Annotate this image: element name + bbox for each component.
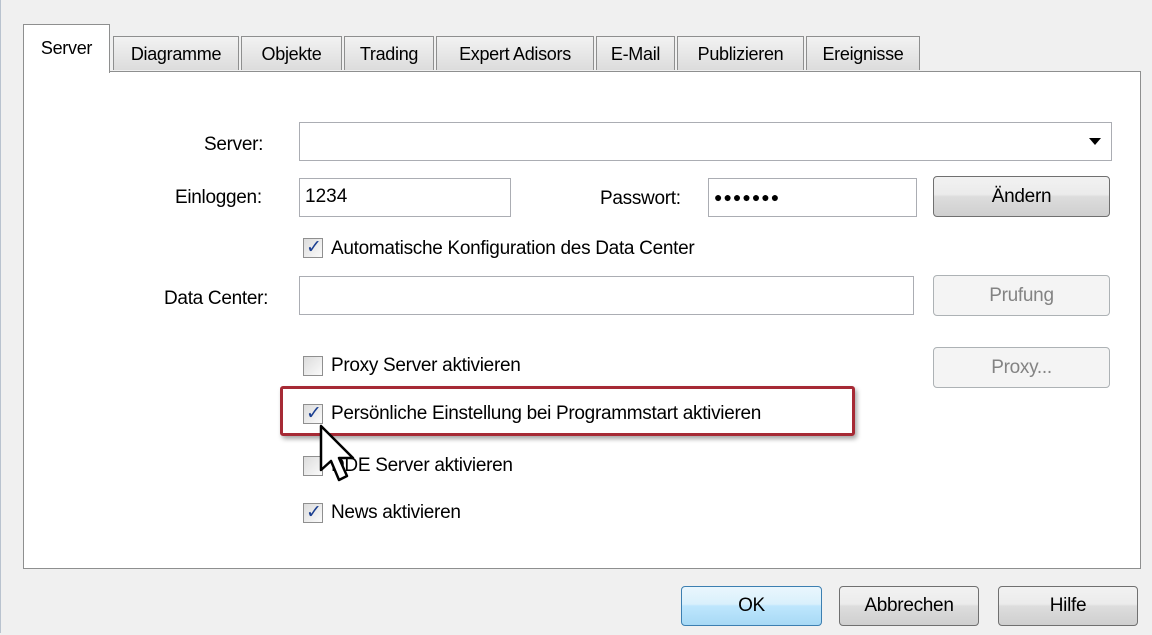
cancel-button[interactable]: Abbrechen (839, 586, 979, 626)
login-label: Einloggen: (175, 187, 262, 208)
auto-config-checkbox[interactable] (303, 236, 323, 258)
proxy-label: Proxy Server aktivieren (331, 355, 521, 376)
proxy-checkbox[interactable] (303, 356, 323, 376)
highlight-box (280, 386, 855, 436)
mouse-pointer-icon (319, 424, 355, 482)
password-field[interactable]: ●●●●●●● (708, 178, 917, 217)
server-label: Server: (204, 134, 264, 155)
ok-button[interactable]: OK (681, 586, 822, 626)
change-button[interactable]: Ändern (933, 176, 1110, 217)
data-center-label: Data Center: (164, 288, 269, 309)
check-button[interactable]: Prufung (933, 275, 1110, 316)
login-field[interactable]: 1234 (299, 178, 511, 217)
news-checkbox[interactable] (303, 501, 323, 523)
help-button[interactable]: Hilfe (998, 586, 1138, 626)
news-label: News aktivieren (331, 502, 461, 523)
data-center-field[interactable] (299, 276, 914, 315)
password-label: Passwort: (600, 188, 681, 209)
chevron-down-icon[interactable] (1089, 138, 1101, 146)
server-combobox[interactable] (299, 122, 1112, 161)
proxy-button[interactable]: Proxy... (933, 347, 1110, 388)
auto-config-label: Automatische Konfiguration des Data Cent… (331, 238, 695, 259)
